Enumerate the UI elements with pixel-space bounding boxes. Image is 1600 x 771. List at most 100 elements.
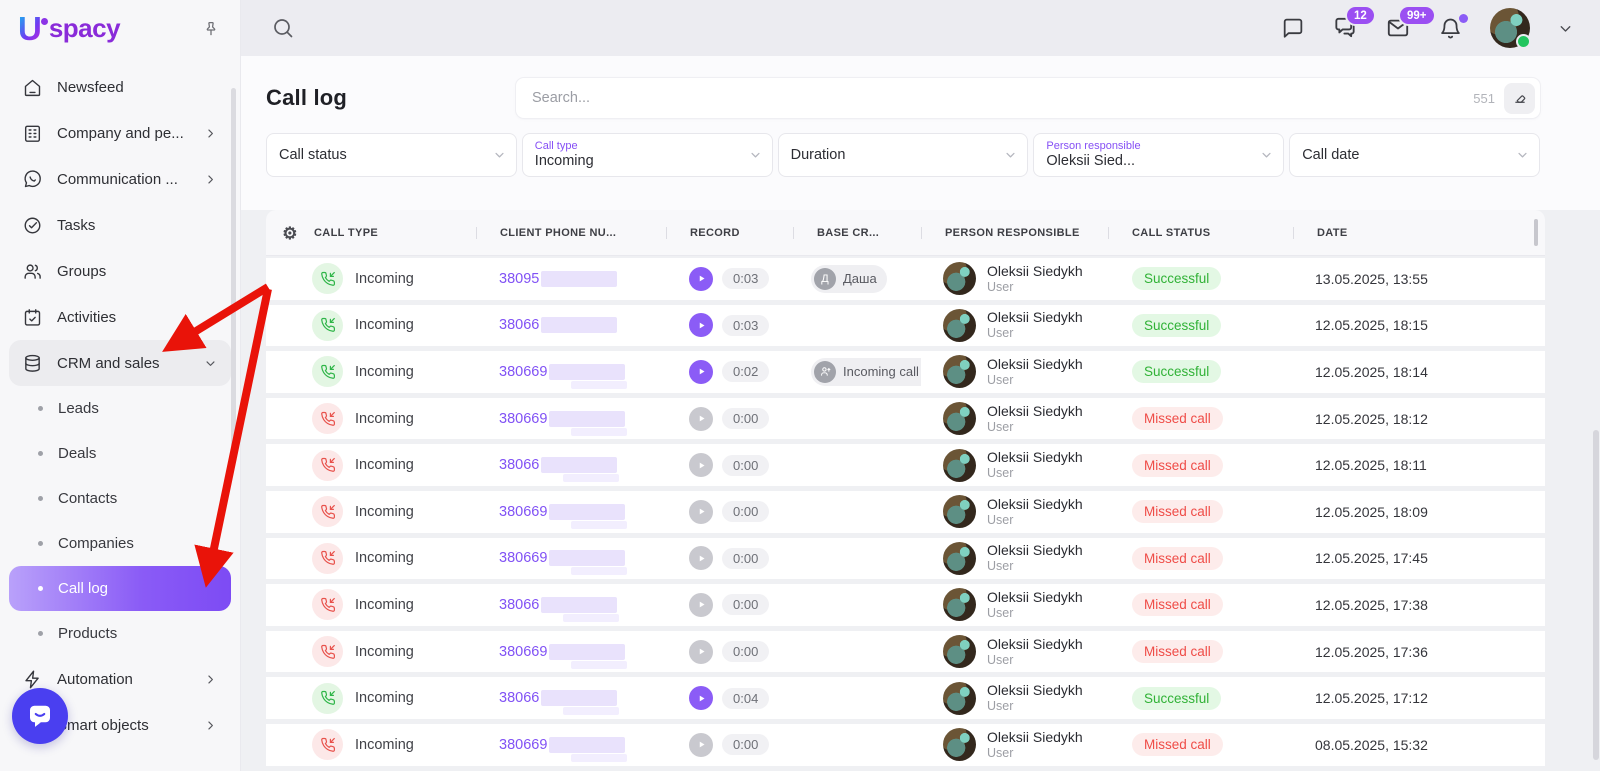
play-record-button[interactable] — [689, 313, 713, 337]
table-row[interactable]: Incoming3806690:00Oleksii SiedykhUserMis… — [266, 724, 1545, 766]
client-phone-link[interactable]: 380669 — [499, 364, 547, 380]
column-header-date[interactable]: DATE — [1293, 227, 1545, 239]
play-record-button[interactable] — [689, 546, 713, 570]
play-record-button[interactable] — [689, 500, 713, 524]
clear-search-button[interactable] — [1504, 83, 1535, 114]
client-phone-link[interactable]: 38066 — [499, 457, 539, 473]
table-row[interactable]: Incoming380660:00Oleksii SiedykhUserMiss… — [266, 444, 1545, 486]
table-row[interactable]: Incoming3806690:00Oleksii SiedykhUserMis… — [266, 538, 1545, 580]
sidebar-item-company-and-pe[interactable]: Company and pe... — [9, 110, 231, 156]
phone-blur-redaction — [541, 457, 617, 473]
play-record-button[interactable] — [689, 640, 713, 664]
phone-cell: 38095 — [476, 271, 666, 287]
table-scrollbar-thumb[interactable] — [1534, 219, 1538, 246]
client-phone-link[interactable]: 38095 — [499, 271, 539, 287]
person-info: Oleksii SiedykhUser — [987, 589, 1083, 621]
table-row[interactable]: Incoming3806690:00Oleksii SiedykhUserMis… — [266, 398, 1545, 440]
column-header-call-status[interactable]: CALL STATUS — [1108, 227, 1293, 239]
sidebar-item-products[interactable]: Products — [9, 611, 231, 656]
record-cell: 0:02 — [666, 360, 793, 384]
play-record-button[interactable] — [689, 267, 713, 291]
feedback-chat-icon[interactable] — [1280, 16, 1305, 41]
uspacy-logo[interactable]: U spacy — [18, 11, 120, 47]
crm-entity-chip[interactable]: ДДаша — [811, 265, 887, 293]
sidebar-item-companies[interactable]: Companies — [9, 521, 231, 566]
table-row[interactable]: Incoming380660:00Oleksii SiedykhUserMiss… — [266, 584, 1545, 626]
profile-menu-chevron-icon[interactable] — [1557, 20, 1574, 37]
sidebar-item-label: Newsfeed — [57, 79, 124, 96]
play-record-button[interactable] — [689, 593, 713, 617]
sidebar-item-deals[interactable]: Deals — [9, 431, 231, 476]
column-header-client-phone[interactable]: CLIENT PHONE NU... — [476, 227, 666, 239]
play-record-button[interactable] — [689, 407, 713, 431]
filter-call-date[interactable]: Call date — [1289, 133, 1540, 177]
play-record-button[interactable] — [689, 360, 713, 384]
table-row[interactable]: Incoming380660:04Oleksii SiedykhUserSucc… — [266, 677, 1545, 719]
client-phone-link[interactable]: 380669 — [499, 550, 547, 566]
column-header-call-type[interactable]: CALL TYPE — [304, 227, 476, 239]
person-info: Oleksii SiedykhUser — [987, 403, 1083, 435]
table-row[interactable]: Incoming380660:03Oleksii SiedykhUserSucc… — [266, 305, 1545, 347]
client-phone-link[interactable]: 380669 — [499, 411, 547, 427]
record-cell: 0:00 — [666, 407, 793, 431]
page-scrollbar-thumb[interactable] — [1593, 430, 1599, 760]
filter-duration[interactable]: Duration — [778, 133, 1029, 177]
table-row[interactable]: Incoming3806690:02Incoming call 3...Olek… — [266, 351, 1545, 393]
person-responsible-cell: Oleksii SiedykhUser — [921, 495, 1108, 528]
sidebar-item-contacts[interactable]: Contacts — [9, 476, 231, 521]
user-avatar[interactable] — [1490, 8, 1530, 48]
notifications-bell-icon[interactable] — [1438, 16, 1463, 41]
person-info: Oleksii SiedykhUser — [987, 449, 1083, 481]
client-phone-link[interactable]: 380669 — [499, 644, 547, 660]
messenger-icon[interactable]: 12 — [1332, 15, 1358, 41]
table-row[interactable]: Incoming3806690:00Oleksii SiedykhUserMis… — [266, 631, 1545, 673]
sidebar-item-tasks[interactable]: Tasks — [9, 202, 231, 248]
filter-value: Oleksii Sied... — [1046, 153, 1257, 170]
call-type-cell: Incoming — [304, 403, 476, 434]
column-header-base-crm[interactable]: BASE CR... — [793, 227, 921, 239]
sidebar-item-activities[interactable]: Activities — [9, 294, 231, 340]
support-chat-launcher-button[interactable] — [12, 688, 68, 744]
table-row[interactable]: Incoming3806690:00Oleksii SiedykhUserMis… — [266, 491, 1545, 533]
client-phone-link[interactable]: 380669 — [499, 504, 547, 520]
play-record-button[interactable] — [689, 686, 713, 710]
search-icon[interactable] — [271, 16, 295, 40]
client-phone-link[interactable]: 380669 — [499, 737, 547, 753]
sidebar-item-crm-and-sales[interactable]: CRM and sales — [9, 340, 231, 386]
sidebar-item-leads[interactable]: Leads — [9, 386, 231, 431]
call-type-cell: Incoming — [304, 543, 476, 574]
call-status-cell: Successful — [1108, 687, 1293, 710]
sidebar-item-groups[interactable]: Groups — [9, 248, 231, 294]
chevron-down-icon — [748, 148, 763, 163]
filter-call-status[interactable]: Call status — [266, 133, 517, 177]
filter-person-responsible[interactable]: Person responsible Oleksii Sied... — [1033, 133, 1284, 177]
sidebar-item-newsfeed[interactable]: Newsfeed — [9, 64, 231, 110]
mail-icon[interactable]: 99+ — [1385, 15, 1411, 41]
phone-blur-redaction — [549, 550, 625, 566]
table-row[interactable]: Incoming380950:03ДДашаOleksii SiedykhUse… — [266, 258, 1545, 300]
sidebar-item-communication[interactable]: Communication ... — [9, 156, 231, 202]
column-header-person-responsible[interactable]: PERSON RESPONSIBLE — [921, 227, 1108, 239]
client-phone-link[interactable]: 38066 — [499, 597, 539, 613]
phone-incoming-missed-icon — [312, 729, 343, 760]
page-header: Call log 551 — [241, 56, 1600, 118]
client-phone-link[interactable]: 38066 — [499, 317, 539, 333]
duration-badge: 0:03 — [722, 315, 769, 336]
sidebar-scrollbar[interactable] — [231, 88, 236, 450]
status-badge: Successful — [1132, 360, 1221, 383]
column-header-record[interactable]: RECORD — [666, 227, 793, 239]
table-settings-gear-icon[interactable]: ⚙ — [282, 225, 298, 242]
sidebar-item-label: CRM and sales — [57, 355, 160, 372]
filter-call-type[interactable]: Call type Incoming — [522, 133, 773, 177]
crm-entity-chip[interactable]: Incoming call 3... — [811, 358, 921, 386]
play-record-button[interactable] — [689, 453, 713, 477]
call-status-cell: Successful — [1108, 267, 1293, 290]
sidebar-item-call-log[interactable]: Call log — [9, 566, 231, 611]
play-record-button[interactable] — [689, 733, 713, 757]
crm-entity-label: Incoming call 3... — [843, 364, 921, 379]
pin-sidebar-icon[interactable] — [202, 20, 220, 38]
person-responsible-cell: Oleksii SiedykhUser — [921, 682, 1108, 715]
client-phone-link[interactable]: 38066 — [499, 690, 539, 706]
search-input[interactable] — [530, 89, 1464, 107]
person-name: Oleksii Siedykh — [987, 263, 1083, 280]
